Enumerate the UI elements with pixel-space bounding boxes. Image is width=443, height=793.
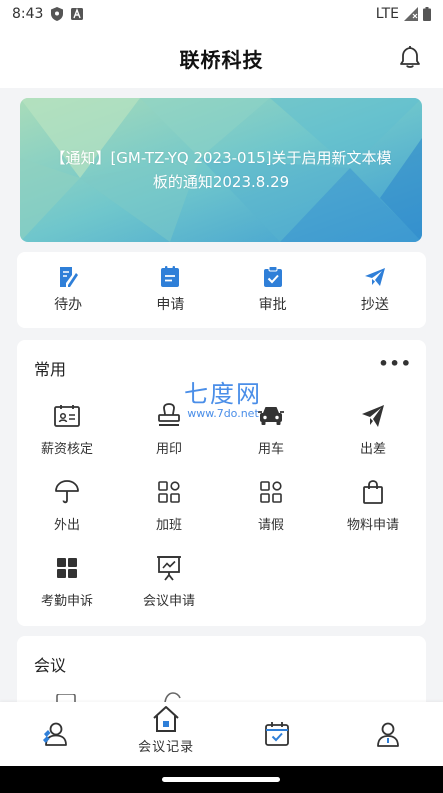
tab-contacts[interactable] [25, 714, 85, 754]
meeting-board-icon [157, 556, 181, 581]
car-icon [258, 407, 284, 425]
home-icon [153, 706, 179, 732]
app-header: 联桥科技 [0, 28, 443, 88]
quick-action-label: 抄送 [360, 297, 389, 313]
status-bar: 8:43 LTE [0, 0, 443, 28]
grid-item-label: 会议申请 [142, 594, 195, 609]
grid-item-meeting-request[interactable]: 会议申请 [119, 554, 219, 609]
tab-profile[interactable] [358, 714, 418, 754]
network-type: LTE [375, 6, 399, 22]
grid-item-attendance-appeal[interactable]: 考勤申诉 [17, 554, 117, 609]
user-icon [376, 722, 399, 747]
grid-item-label: 外出 [53, 518, 80, 533]
notice-banner[interactable]: 【通知】[GM-TZ-YQ 2023-015]关于启用新文本模板的通知2023.… [20, 98, 422, 242]
section-title-common: 常用 [34, 360, 67, 379]
signal-icon [404, 7, 418, 21]
grid-item-overtime[interactable]: 加班 [119, 478, 219, 533]
grid-item-seal[interactable]: 用印 [119, 402, 219, 457]
grid-item-business-trip[interactable]: 出差 [323, 402, 423, 457]
todo-edit-icon [60, 267, 79, 287]
send-plane-icon [364, 268, 385, 286]
shopping-bag-icon [363, 480, 383, 504]
calendar-check-icon [264, 722, 289, 746]
quick-actions-card: 待办 申请 审批 抄送 [17, 252, 426, 328]
grid-item-label: 考勤申诉 [40, 594, 93, 609]
grid-item-salary[interactable]: 薪资核定 [17, 402, 117, 457]
apply-list-icon [161, 266, 180, 287]
page-title: 联桥科技 [179, 47, 264, 72]
shield-icon [51, 7, 64, 21]
bottom-tab-bar: 会议记录 [0, 702, 443, 766]
attendance-grid-icon [57, 558, 77, 578]
approve-check-icon [263, 266, 282, 287]
banner-notice-text: 【通知】[GM-TZ-YQ 2023-015]关于启用新文本模板的通知2023.… [50, 149, 392, 191]
grid-item-label: 出差 [359, 442, 386, 457]
grid-item-label: 薪资核定 [40, 442, 93, 457]
grid-item-label: 加班 [155, 518, 182, 533]
quick-action-cc[interactable]: 抄送 [335, 266, 415, 314]
grid-item-material-request[interactable]: 物料申请 [323, 478, 423, 533]
overtime-grid-icon [158, 481, 180, 503]
grid-item-label: 用车 [257, 442, 284, 457]
quick-action-label: 申请 [156, 297, 185, 313]
tab-calendar[interactable] [247, 714, 307, 754]
quick-action-approve[interactable]: 审批 [233, 266, 313, 314]
grid-item-label: 请假 [257, 518, 284, 533]
quick-action-label: 审批 [258, 297, 287, 313]
leave-grid-icon [260, 481, 282, 503]
status-time: 8:43 [12, 6, 44, 22]
battery-icon [423, 7, 431, 21]
common-functions-card: 常用 ••• 薪资核定 用印 用车 出差 外出 加班 请假 物料申请 考勤申诉 … [17, 340, 426, 626]
grid-item-label: 用印 [155, 442, 182, 457]
grid-item-go-out[interactable]: 外出 [17, 478, 117, 533]
tab-home-occluded-label: 会议记录 [138, 740, 195, 755]
more-button[interactable]: ••• [378, 354, 412, 373]
bell-icon[interactable] [397, 44, 423, 70]
quick-action-apply[interactable]: 申请 [130, 266, 210, 314]
quick-action-todo[interactable]: 待办 [28, 266, 108, 314]
quick-action-label: 待办 [54, 297, 83, 313]
notification-a-icon [71, 8, 84, 20]
seal-stamp-icon [158, 403, 180, 426]
grid-item-label: 物料申请 [346, 518, 399, 533]
paper-plane-icon [362, 405, 384, 427]
umbrella-icon [55, 480, 79, 504]
grid-item-leave[interactable]: 请假 [221, 478, 321, 533]
grid-item-car[interactable]: 用车 [221, 402, 321, 457]
contacts-icon [43, 722, 68, 746]
section-title-meeting: 会议 [34, 656, 67, 675]
salary-card-icon [54, 405, 80, 427]
home-gesture-handle[interactable] [162, 777, 280, 782]
tab-home[interactable]: 会议记录 [136, 706, 196, 755]
